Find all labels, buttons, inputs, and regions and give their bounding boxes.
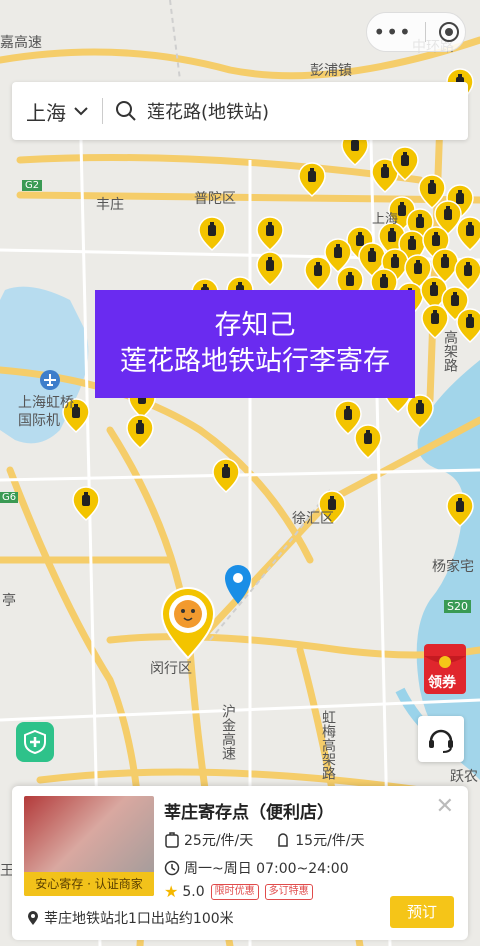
map-label-expressway: 嘉高速 <box>0 35 42 51</box>
business-hours: 周一~周日 07:00~24:00 <box>184 861 349 877</box>
map-label-s20: S20 <box>444 600 471 613</box>
map-label-g60: G6 <box>0 492 19 503</box>
backpack-icon <box>278 833 288 847</box>
map-label-ting: 亭 <box>2 593 16 609</box>
map-label-fengzhuang: 丰庄 <box>96 197 124 213</box>
star-icon: ★ <box>164 882 179 901</box>
airport-icon <box>40 370 60 390</box>
suitcase-icon <box>165 832 179 848</box>
promo-banner: 存知己 莲花路地铁站行李寄存 <box>95 290 415 398</box>
search-input[interactable]: 莲花路(地铁站) <box>147 98 269 124</box>
store-name: 莘庄寄存点（便利店） <box>164 803 334 823</box>
map-label-xujia: 徐汇区 <box>292 511 334 527</box>
city-selector[interactable]: 上海 <box>26 97 90 126</box>
search-bar[interactable]: 上海 莲花路(地铁站) <box>12 82 468 140</box>
clock-icon <box>164 860 180 876</box>
mini-program-capsule: ••• <box>366 12 466 52</box>
search-icon <box>116 101 136 121</box>
map-label-gaojia: 高架路 <box>442 330 458 372</box>
certified-tag: 安心寄存 · 认证商家 <box>24 872 154 896</box>
map-label-putuo: 普陀区 <box>194 191 236 207</box>
banner-line-1: 存知己 <box>214 310 296 341</box>
chevron-down-icon <box>74 107 88 116</box>
price-row: 25元/件/天 15元/件/天 <box>164 830 365 850</box>
map-label-hongqiao-2: 国际机 <box>18 413 60 429</box>
location-icon <box>28 911 38 925</box>
map-label-g2: G2 <box>22 180 43 191</box>
city-name: 上海 <box>26 100 66 125</box>
map-label-hongqiao-1: 上海虹桥 <box>18 395 74 411</box>
close-miniprogram-icon[interactable] <box>438 22 459 42</box>
customer-service-button[interactable] <box>418 716 464 762</box>
store-thumbnail[interactable]: 安心寄存 · 认证商家 <box>24 796 154 896</box>
close-card-icon[interactable]: ✕ <box>436 794 454 819</box>
map-label-yangjia: 杨家宅 <box>432 559 474 575</box>
map-label-hujin: 沪金高速 <box>220 704 236 760</box>
capsule-divider <box>424 22 426 42</box>
search-divider <box>102 98 103 124</box>
map-label-pengpu: 彭浦镇 <box>310 63 352 79</box>
more-icon[interactable]: ••• <box>373 20 411 44</box>
rating-row: ★ 5.0 限时优惠 多订特惠 <box>164 882 313 901</box>
map-label-minhang: 闵行区 <box>150 661 192 677</box>
coupon-label: 领券 <box>428 675 456 691</box>
address-row: 莘庄地铁站北1口出站约100米 <box>26 908 234 928</box>
promo-chip-1: 限时优惠 <box>210 883 259 900</box>
book-button[interactable]: 预订 <box>390 896 454 928</box>
map-label-hongmei: 虹梅高架路 <box>320 710 336 780</box>
coupon-envelope-button[interactable]: 领券 <box>420 640 470 698</box>
rating: 5.0 <box>182 883 205 900</box>
shield-icon <box>24 729 46 755</box>
store-card[interactable]: 安心寄存 · 认证商家 莘庄寄存点（便利店） ✕ 25元/件/天 15元/件/天… <box>12 786 468 940</box>
safety-guarantee-button[interactable] <box>16 722 54 762</box>
promo-chip-2: 多订特惠 <box>264 883 313 900</box>
store-address: 莘庄地铁站北1口出站约100米 <box>44 911 234 927</box>
map-label-shanghai: 上海 <box>372 212 399 227</box>
banner-line-2: 莲花路地铁站行李寄存 <box>120 346 390 377</box>
price-small: 25元/件/天 <box>184 833 254 849</box>
hours-row: 周一~周日 07:00~24:00 <box>164 858 349 878</box>
headset-icon <box>429 729 453 753</box>
price-large: 15元/件/天 <box>295 833 365 849</box>
map-label-yuenong: 跃农 <box>450 769 478 785</box>
